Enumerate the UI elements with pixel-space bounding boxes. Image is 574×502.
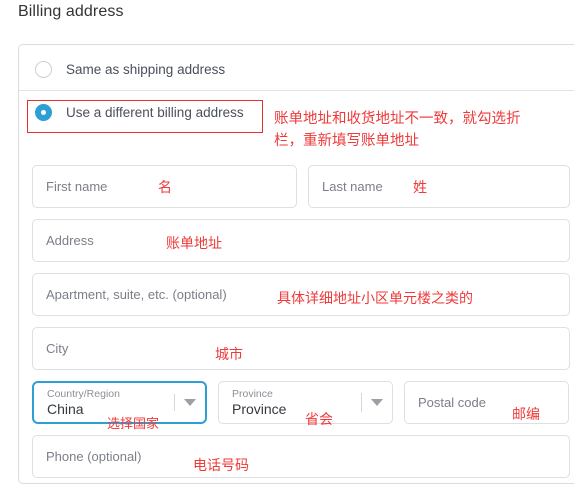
country-region-select[interactable]: Country/Region China <box>32 381 207 424</box>
apartment-input[interactable]: Apartment, suite, etc. (optional) <box>32 273 570 316</box>
country-region-value: China <box>47 400 84 417</box>
province-select[interactable]: Province Province <box>218 381 393 424</box>
postal-code-input[interactable]: Postal code <box>404 381 569 424</box>
province-separator <box>361 393 362 412</box>
radio-icon-checked[interactable] <box>35 103 52 121</box>
phone-row: Phone (optional) <box>32 435 574 478</box>
province-label: Province <box>232 387 273 400</box>
radio-option-same-as-shipping[interactable]: Same as shipping address <box>19 48 574 90</box>
country-region-caret-wrap[interactable] <box>174 383 196 422</box>
apartment-row: Apartment, suite, etc. (optional) <box>32 273 574 316</box>
phone-input[interactable]: Phone (optional) <box>32 435 570 478</box>
billing-address-card: Same as shipping address Use a different… <box>18 44 574 484</box>
country-region-separator <box>174 394 175 411</box>
address-row: Address <box>32 219 574 262</box>
name-row: First name Last name <box>32 165 574 208</box>
chevron-down-icon[interactable] <box>371 399 383 406</box>
first-name-input[interactable]: First name <box>32 165 297 208</box>
radio-icon-unchecked[interactable] <box>35 60 52 78</box>
radio-label-different-billing: Use a different billing address <box>66 104 244 120</box>
last-name-input[interactable]: Last name <box>308 165 570 208</box>
page-title: Billing address <box>18 3 124 20</box>
radio-option-different-billing[interactable]: Use a different billing address <box>19 91 574 133</box>
country-region-inner: Country/Region China <box>47 388 120 417</box>
province-value: Province <box>232 400 287 417</box>
city-row: City <box>32 327 574 370</box>
address-input[interactable]: Address <box>32 219 570 262</box>
radio-label-same-as-shipping: Same as shipping address <box>66 61 226 77</box>
country-region-label: Country/Region <box>47 387 120 400</box>
chevron-down-icon[interactable] <box>184 399 196 406</box>
billing-form: First name Last name Address Apartment, … <box>32 165 574 489</box>
province-inner: Province Province <box>232 388 286 417</box>
province-caret-wrap[interactable] <box>361 382 383 423</box>
region-row: Country/Region China Province Province P… <box>32 381 574 424</box>
city-input[interactable]: City <box>32 327 570 370</box>
